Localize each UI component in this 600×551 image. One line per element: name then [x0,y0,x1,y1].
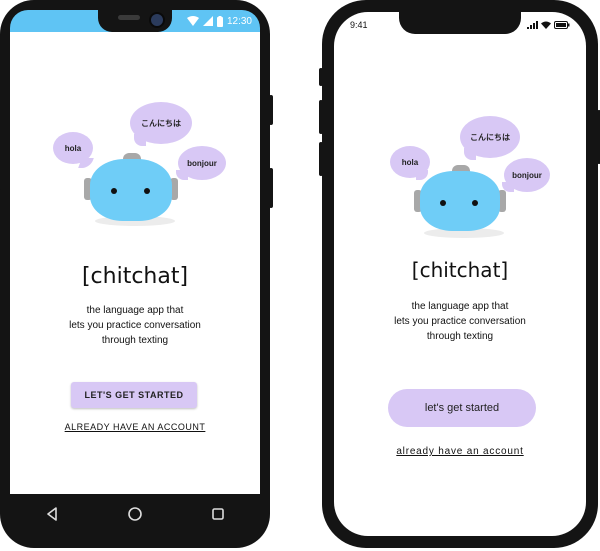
robot-eye-right [472,200,478,206]
android-navigation-bar [10,494,260,536]
front-camera [149,12,165,28]
tagline-line: the language app that [411,301,509,312]
power-button [269,95,273,125]
android-device-frame: 12:30 hola こんにちは bonjour [chitchat] the … [0,0,273,548]
status-time: 9:41 [350,20,368,30]
speaker [118,15,140,20]
robot-eye-left [111,188,117,194]
back-icon[interactable] [45,507,59,521]
app-title: [chitchat] [81,264,189,289]
tagline: the language app that lets you practice … [10,303,260,348]
bubble-tail [416,170,428,180]
robot-eye-right [144,188,150,194]
iphone-notch [399,12,521,34]
volume-up-button [319,100,323,134]
volume-down-button [319,142,323,176]
side-button [269,168,273,208]
status-time: 12:30 [226,15,252,27]
volume-button [0,150,1,190]
bubble-text: こんにちは [141,118,181,128]
signal-icon [527,21,538,29]
status-icons [527,21,570,29]
robot-eye-left [440,200,446,206]
tagline: the language app that lets you practice … [334,299,586,344]
app-title: [chitchat] [411,258,509,282]
iphone-screen: 9:41 hola こんにちは bonjour [chitchat] the l… [334,12,586,536]
wifi-icon [541,21,551,29]
tagline-line: the language app that [86,305,184,316]
bubble-text: bonjour [512,170,542,180]
get-started-button[interactable]: let's get started [388,389,536,427]
home-icon[interactable] [127,506,143,522]
tagline-line: through texting [426,331,494,342]
already-have-account-link[interactable]: ALREADY HAVE AN ACCOUNT [10,422,260,432]
tagline-line: lets you practice conversation [394,316,526,327]
bubble-text: hola [401,157,419,167]
tagline-line: lets you practice conversation [69,320,201,331]
robot-mascot [420,171,500,231]
bubble-text: hola [64,143,82,153]
robot-mascot [90,159,172,221]
already-have-account-link[interactable]: already have an account [334,446,586,457]
mute-switch [319,68,323,86]
battery-icon [554,21,570,29]
bubble-tail [176,170,188,180]
battery-icon [216,15,223,27]
get-started-button[interactable]: LET'S GET STARTED [71,382,197,408]
bubble-tail [464,148,476,160]
tagline-line: through texting [101,335,169,346]
bubble-tail [78,158,94,168]
wifi-icon [186,16,199,26]
recents-icon[interactable] [211,507,225,521]
signal-icon [202,16,213,26]
bubble-text: bonjour [187,158,217,168]
iphone-device-frame: 9:41 hola こんにちは bonjour [chitchat] the l… [319,0,600,548]
bubble-text: こんにちは [470,132,510,142]
android-screen: hola こんにちは bonjour [chitchat] the langua… [10,32,260,494]
bubble-tail [134,134,146,146]
